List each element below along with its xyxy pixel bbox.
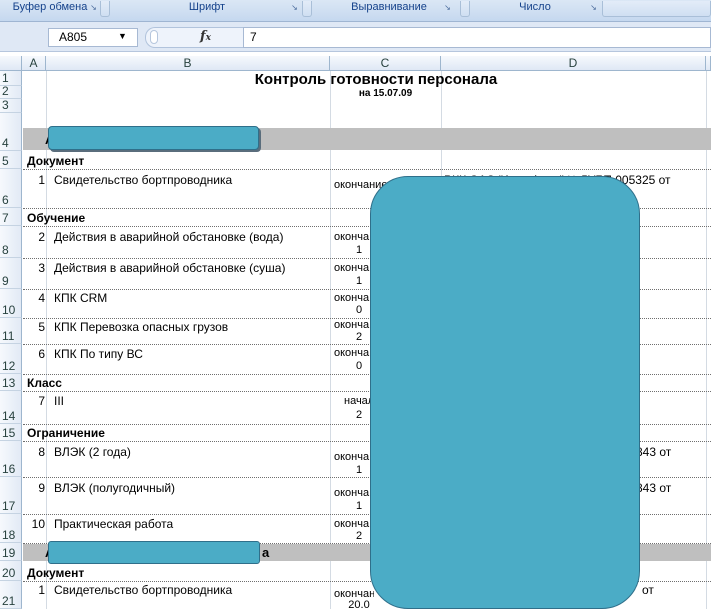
item-status[interactable]: оконча <box>334 450 374 464</box>
row-header[interactable]: 18 <box>0 514 22 543</box>
column-header-d[interactable]: D <box>441 56 706 71</box>
item-name[interactable]: Действия в аварийной обстановке (вода) <box>54 230 330 244</box>
grid-vline <box>46 71 47 609</box>
item-name[interactable]: Свидетельство бортпроводника <box>54 583 330 597</box>
sheet-title[interactable]: Контроль готовности персонала <box>46 72 706 88</box>
item-name[interactable]: КПК По типу ВС <box>54 347 330 361</box>
category-label-training[interactable]: Обучение <box>27 211 227 225</box>
column-header-c[interactable]: C <box>330 56 441 71</box>
row-header[interactable]: 8 <box>0 226 22 258</box>
formula-bar-buttons <box>145 27 243 48</box>
item-document[interactable]: от <box>642 583 702 597</box>
alignment-group-label: Выравнивание <box>351 1 427 13</box>
row-header[interactable]: 19 <box>0 543 22 561</box>
row-header[interactable]: 17 <box>0 477 22 514</box>
item-name[interactable]: КПК CRM <box>54 291 330 305</box>
font-group-label: Шрифт <box>188 1 226 13</box>
row-header[interactable]: 9 <box>0 258 22 289</box>
item-document[interactable]: 843 от <box>636 481 706 495</box>
item-number[interactable]: 8 <box>27 445 45 459</box>
clipboard-dialog-launcher-icon[interactable]: ↘ <box>88 3 99 13</box>
row-header[interactable]: 4 <box>0 113 22 151</box>
item-number[interactable]: 5 <box>27 320 45 334</box>
formula-bar-resize-handle[interactable] <box>150 30 158 44</box>
item-name[interactable]: ВЛЭК (полугодичный) <box>54 481 330 495</box>
row-header[interactable]: 3 <box>0 99 22 113</box>
alignment-dialog-launcher-icon[interactable]: ↘ <box>442 3 453 13</box>
item-name[interactable]: Практическая работа <box>54 517 330 531</box>
insert-function-icon[interactable]: fx <box>200 28 211 47</box>
item-number[interactable]: 3 <box>27 261 45 275</box>
item-name[interactable]: Свидетельство бортпроводника <box>54 173 330 187</box>
formula-input[interactable]: 7 <box>243 27 711 48</box>
item-date[interactable]: 20.0 <box>334 598 384 609</box>
row-header[interactable]: 5 <box>0 151 22 169</box>
row-header[interactable]: 15 <box>0 424 22 441</box>
grid-hline <box>23 169 711 170</box>
number-group-label: Число <box>519 1 551 13</box>
font-dialog-launcher-icon[interactable]: ↘ <box>289 3 300 13</box>
item-number[interactable]: 1 <box>27 173 45 187</box>
select-all-corner[interactable] <box>0 56 22 71</box>
redaction-box <box>48 126 259 150</box>
ribbon-divider <box>100 1 110 17</box>
item-status[interactable]: оконча <box>334 486 374 500</box>
item-number[interactable]: 9 <box>27 481 45 495</box>
section-title-suffix[interactable]: а <box>262 546 282 560</box>
item-number[interactable]: 7 <box>27 394 45 408</box>
item-document[interactable]: 843 от <box>636 445 706 459</box>
row-header[interactable]: 10 <box>0 289 22 318</box>
item-number[interactable]: 4 <box>27 291 45 305</box>
item-name[interactable]: КПК Перевозка опасных грузов <box>54 320 330 334</box>
item-name[interactable]: III <box>54 394 330 408</box>
row-header[interactable]: 21 <box>0 581 22 609</box>
column-header-e[interactable] <box>706 56 711 71</box>
item-status[interactable]: оконча <box>334 261 374 275</box>
ribbon-group-strip: Буфер обмена ↘ Шрифт ↘ Выравнивание ↘ Чи… <box>0 0 711 22</box>
ribbon-group-number: Число <box>470 0 600 20</box>
number-dialog-launcher-icon[interactable]: ↘ <box>588 3 599 13</box>
row-header[interactable]: 6 <box>0 169 22 208</box>
chevron-down-icon[interactable]: ▼ <box>118 28 127 45</box>
grid-vline <box>330 71 331 609</box>
column-header-a[interactable]: A <box>22 56 46 71</box>
ribbon-group-clipboard: Буфер обмена <box>0 0 100 20</box>
row-header[interactable]: 14 <box>0 391 22 424</box>
item-number[interactable]: 10 <box>27 517 45 531</box>
redaction-box <box>370 176 640 609</box>
item-number[interactable]: 1 <box>27 583 45 597</box>
ribbon-divider <box>460 1 470 17</box>
item-number[interactable]: 6 <box>27 347 45 361</box>
category-label-document[interactable]: Документ <box>27 566 227 580</box>
category-label-restriction[interactable]: Ограничение <box>27 426 227 440</box>
item-name[interactable]: Действия в аварийной обстановке (суша) <box>54 261 330 275</box>
ribbon-divider <box>602 1 711 17</box>
row-header[interactable]: 7 <box>0 208 22 226</box>
column-header-b[interactable]: B <box>46 56 330 71</box>
ribbon-group-font: Шрифт <box>112 0 302 20</box>
clipboard-group-label: Буфер обмена <box>12 1 88 13</box>
row-header[interactable]: 20 <box>0 561 22 581</box>
sheet-subtitle-date[interactable]: на 15.07.09 <box>330 88 441 100</box>
row-header[interactable]: 11 <box>0 318 22 344</box>
item-name[interactable]: ВЛЭК (2 года) <box>54 445 330 459</box>
category-label-class[interactable]: Класс <box>27 376 227 390</box>
formula-bar: A805 ▼ fx 7 <box>0 22 711 52</box>
item-status[interactable]: оконча <box>334 230 374 244</box>
redaction-box <box>48 541 260 564</box>
row-header[interactable]: 12 <box>0 344 22 374</box>
row-header[interactable]: 16 <box>0 441 22 477</box>
ribbon-divider <box>302 1 312 17</box>
row-header[interactable]: 13 <box>0 374 22 391</box>
grid-vline <box>706 71 707 609</box>
item-number[interactable]: 2 <box>27 230 45 244</box>
category-label-document[interactable]: Документ <box>27 154 227 168</box>
item-status[interactable]: оконча <box>334 346 374 360</box>
